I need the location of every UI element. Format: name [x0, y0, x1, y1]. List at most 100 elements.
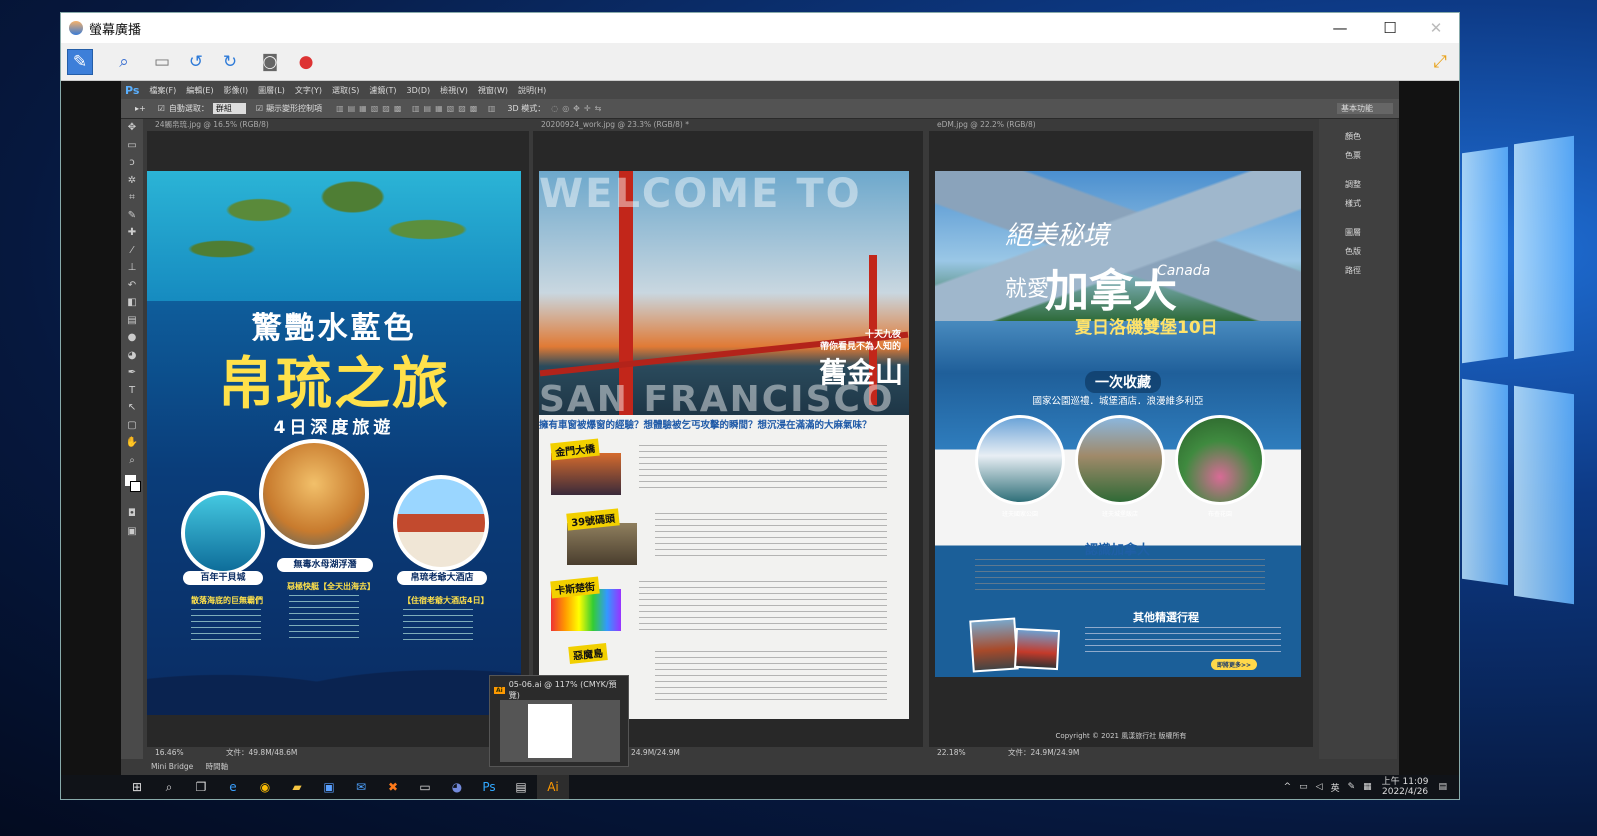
file-explorer-icon[interactable]: ▰ [281, 775, 313, 799]
doc-tab-1[interactable]: 24觸帛琉.jpg @ 16.5% (RGB/8) [147, 119, 529, 131]
show-transform-checkbox[interactable]: ☑ [256, 104, 263, 113]
menu-help[interactable]: 說明(H) [518, 85, 546, 96]
panel-color[interactable]: 顏色 [1319, 127, 1397, 146]
crop-tool-icon[interactable]: ⌗ [121, 189, 143, 207]
fullscreen-icon[interactable]: ⤢ [1427, 49, 1453, 75]
panel-adjustments[interactable]: 調整 [1319, 175, 1397, 194]
camera-icon[interactable]: ◙ [257, 49, 283, 75]
hand-tool-icon[interactable]: ✋ [121, 434, 143, 452]
wand-tool-icon[interactable]: ✲ [121, 172, 143, 190]
menu-select[interactable]: 選取(S) [332, 85, 359, 96]
system-tray: ^ ▭ ◁ 英 ✎ ▦ 上午 11:09 2022/4/26 ▤ [1284, 777, 1459, 797]
script-1: 絕美秘境 [1005, 221, 1110, 251]
record-icon[interactable]: ● [293, 49, 319, 75]
photoshop-taskbar-icon[interactable]: Ps [473, 775, 505, 799]
workspace-dropdown[interactable]: 基本功能 [1337, 103, 1393, 114]
redo-icon[interactable]: ↻ [217, 49, 243, 75]
path-select-icon[interactable]: ↖ [121, 399, 143, 417]
brush-tool-icon[interactable]: ⁄ [121, 242, 143, 260]
search-icon[interactable]: ⌕ [153, 775, 185, 799]
doc-tab-2[interactable]: 20200924_work.jpg @ 23.3% (RGB/8) * [533, 119, 923, 131]
illustrator-taskbar-icon[interactable]: Ai [537, 775, 569, 799]
lasso-tool-icon[interactable]: ↄ [121, 154, 143, 172]
color-swatch-icon[interactable] [121, 469, 143, 505]
menu-image[interactable]: 影像(I) [224, 85, 249, 96]
chrome-icon[interactable]: ◉ [249, 775, 281, 799]
menu-window[interactable]: 視窗(W) [478, 85, 508, 96]
gradient-tool-icon[interactable]: ▤ [121, 312, 143, 330]
pen-tool-icon[interactable]: ✒ [121, 364, 143, 382]
stamp-tool-icon[interactable]: ⊥ [121, 259, 143, 277]
doc-file-3: 文件：24.9M/24.9M [1008, 748, 1080, 757]
minimize-button[interactable]: — [1317, 13, 1363, 43]
pen-icon[interactable]: ✎ [1348, 782, 1356, 792]
menu-3d[interactable]: 3D(D) [406, 86, 430, 95]
zoom-tool-icon[interactable]: ⌕ [121, 452, 143, 470]
doc-file-2: 24.9M/24.9M [631, 748, 680, 757]
panel-styles[interactable]: 樣式 [1319, 194, 1397, 213]
ime-lang[interactable]: 英 [1331, 781, 1340, 794]
discord-icon[interactable]: ◕ [441, 775, 473, 799]
copyright: Copyright © 2021 風漾旅行社 版權所有 [1055, 732, 1187, 740]
menu-filter[interactable]: 濾鏡(T) [369, 85, 396, 96]
align-icons[interactable]: ▥▤▦▧▨▩ ▥▤▦▧▨▩ ▥ [336, 104, 499, 113]
auto-select-dropdown[interactable]: 群組 [212, 103, 246, 114]
move-tool-icon[interactable]: ▸+ [135, 104, 146, 113]
notification-icon[interactable]: ▤ [1438, 782, 1447, 792]
timeline-tab[interactable]: 時間軸 [206, 762, 229, 771]
auto-select-checkbox[interactable]: ☑ [158, 104, 165, 113]
store-icon[interactable]: ▣ [313, 775, 345, 799]
clock[interactable]: 上午 11:09 2022/4/26 [1382, 777, 1429, 797]
3d-icons[interactable]: ◌◎✥✛⇆ [551, 104, 605, 113]
panel-channels[interactable]: 色版 [1319, 242, 1397, 261]
menu-view[interactable]: 檢視(V) [440, 85, 468, 96]
mini-bridge-tab[interactable]: Mini Bridge [151, 762, 193, 771]
edge-icon[interactable]: e [217, 775, 249, 799]
history-brush-icon[interactable]: ↶ [121, 277, 143, 295]
volume-icon[interactable]: ◁ [1316, 782, 1323, 792]
ai-preview-popup[interactable]: Ai 05-06.ai @ 117% (CMYK/預覽) [489, 675, 629, 767]
close-button[interactable]: ✕ [1413, 13, 1459, 43]
menu-edit[interactable]: 編輯(E) [186, 85, 213, 96]
panel-paths[interactable]: 路徑 [1319, 261, 1397, 280]
menu-file[interactable]: 檔案(F) [149, 85, 176, 96]
maximize-button[interactable]: ☐ [1367, 13, 1413, 43]
move-tool-icon[interactable]: ✥ [121, 119, 143, 137]
menu-layer[interactable]: 圖層(L) [258, 85, 285, 96]
tray-chevron-icon[interactable]: ^ [1284, 782, 1292, 792]
ps-right-panel: 顏色 色票 調整 樣式 圖層 色版 路徑 [1319, 119, 1397, 759]
shape-tool-icon[interactable]: ▢ [121, 417, 143, 435]
keyboard-icon[interactable]: ▦ [1363, 782, 1372, 792]
doc-zoom-1[interactable]: 16.46% [155, 748, 184, 757]
mail-icon[interactable]: ✉ [345, 775, 377, 799]
trip-photo-1 [969, 617, 1019, 673]
doc-tab-3[interactable]: eDM.jpg @ 22.2% (RGB/8) [929, 119, 1313, 131]
quick-mask-icon[interactable]: ◘ [121, 505, 143, 523]
panel-layers[interactable]: 圖層 [1319, 223, 1397, 242]
dodge-tool-icon[interactable]: ◕ [121, 347, 143, 365]
healing-tool-icon[interactable]: ✚ [121, 224, 143, 242]
menu-type[interactable]: 文字(Y) [295, 85, 322, 96]
doc-zoom-3[interactable]: 22.18% [937, 748, 966, 757]
undo-icon[interactable]: ↺ [183, 49, 209, 75]
canada-poster: 絕美秘境 就愛 加拿大 Canada 夏日洛磯雙堡10日 一次收藏 國家公園巡禮… [935, 171, 1301, 677]
terminal-icon[interactable]: ▭ [409, 775, 441, 799]
poster1-col1-text [191, 609, 261, 643]
pointer-icon[interactable]: ✎ [67, 49, 93, 75]
start-icon[interactable]: ⊞ [121, 775, 153, 799]
eraser-tool-icon[interactable]: ◧ [121, 294, 143, 312]
type-tool-icon[interactable]: T [121, 382, 143, 400]
marquee-tool-icon[interactable]: ▭ [121, 137, 143, 155]
ai-artboard [528, 704, 572, 758]
broadcast-taskbar-icon[interactable]: ▤ [505, 775, 537, 799]
zoom-icon[interactable]: ⌕ [111, 49, 137, 75]
eyedropper-tool-icon[interactable]: ✎ [121, 207, 143, 225]
monitor-icon[interactable]: ▭ [149, 49, 175, 75]
task-view-icon[interactable]: ❐ [185, 775, 217, 799]
blur-tool-icon[interactable]: ● [121, 329, 143, 347]
more-button[interactable]: 即將更多>> [1211, 659, 1258, 670]
screen-mode-icon[interactable]: ▣ [121, 523, 143, 541]
network-icon[interactable]: ▭ [1299, 782, 1308, 792]
panel-swatches[interactable]: 色票 [1319, 146, 1397, 165]
app-orange-icon[interactable]: ✖ [377, 775, 409, 799]
